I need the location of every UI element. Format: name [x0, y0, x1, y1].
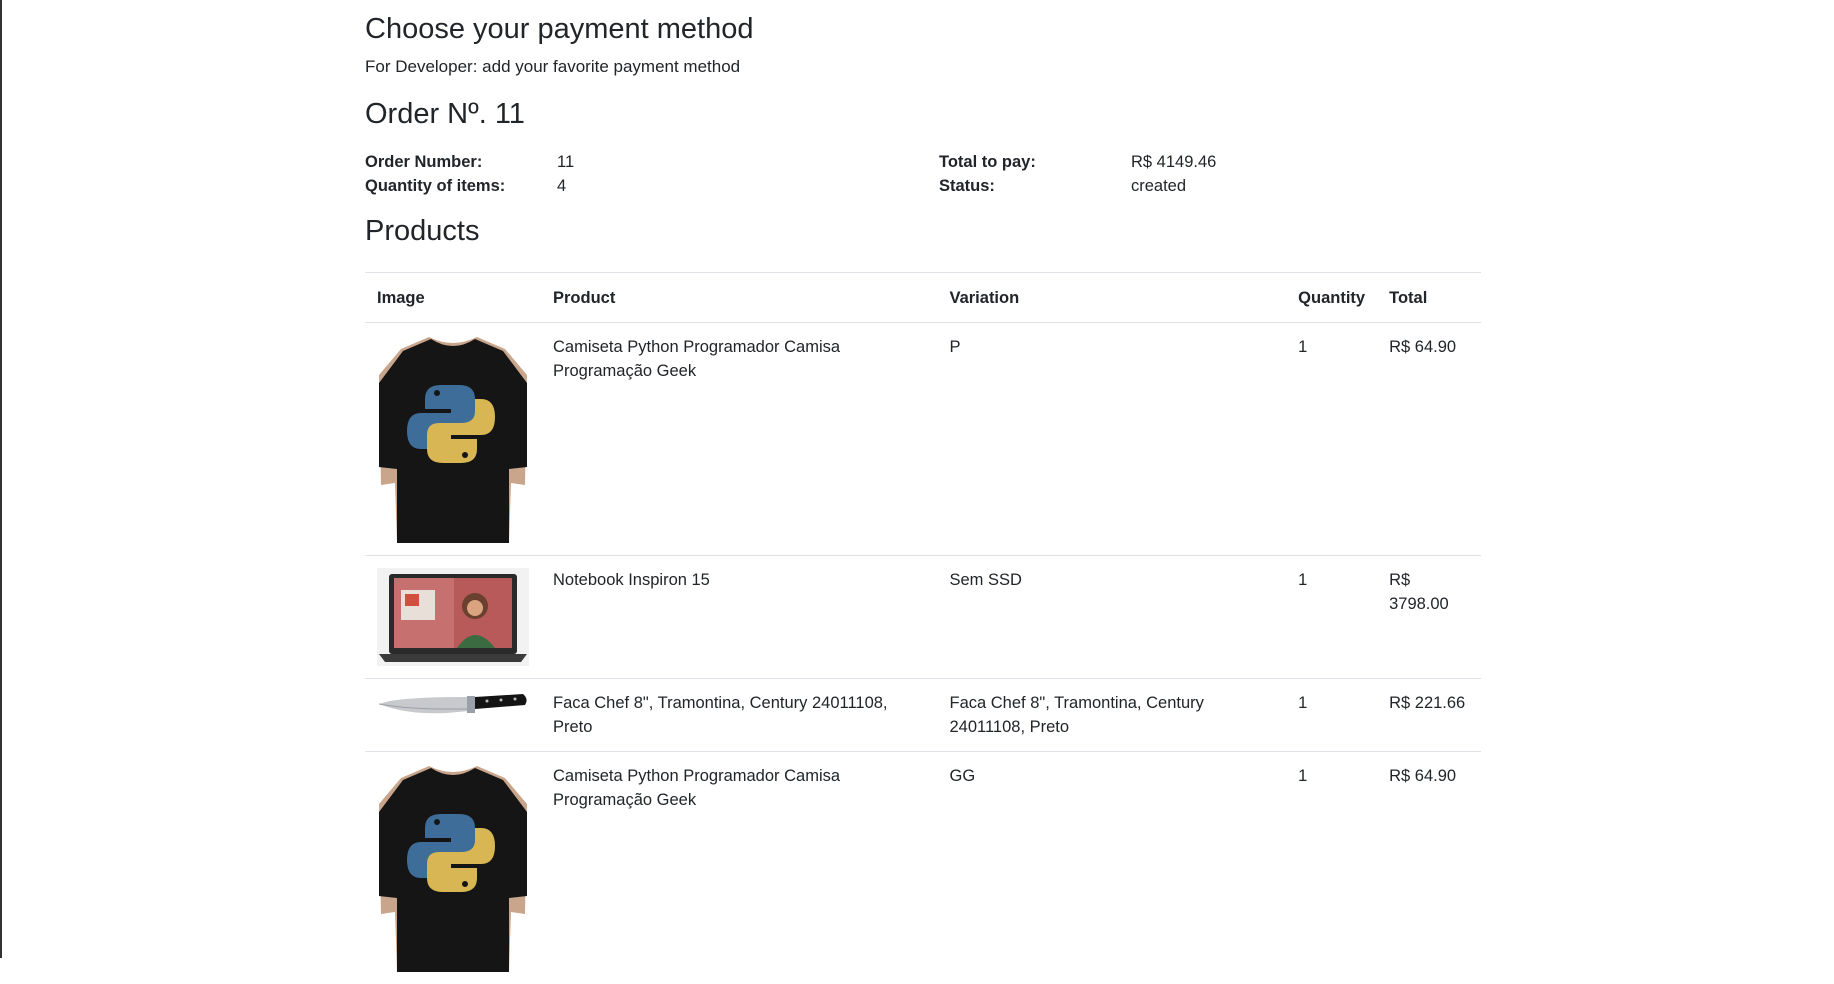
- order-heading: Order Nº. 11: [365, 96, 1481, 132]
- product-quantity: 1: [1286, 556, 1377, 679]
- order-number-label: Order Number:: [365, 152, 482, 172]
- column-header-product: Product: [541, 273, 937, 323]
- status-label: Status:: [939, 176, 995, 196]
- product-variation: Sem SSD: [937, 556, 1286, 679]
- product-variation: Faca Chef 8", Tramontina, Century 240111…: [937, 679, 1286, 752]
- product-image-python-tshirt: [377, 335, 529, 543]
- developer-note: For Developer: add your favorite payment…: [365, 57, 1481, 77]
- table-row: Notebook Inspiron 15 Sem SSD 1 R$ 3798.0…: [365, 556, 1481, 679]
- product-image-laptop: [377, 568, 529, 666]
- product-name: Notebook Inspiron 15: [541, 556, 937, 679]
- table-row: Camiseta Python Programador Camisa Progr…: [365, 752, 1481, 984]
- product-image-chef-knife: [377, 691, 529, 721]
- product-variation: GG: [937, 752, 1286, 984]
- window-left-edge: [0, 0, 2, 958]
- table-row: Faca Chef 8", Tramontina, Century 240111…: [365, 679, 1481, 752]
- page-title: Choose your payment method: [365, 11, 1481, 47]
- quantity-label: Quantity of items:: [365, 176, 505, 196]
- column-header-total: Total: [1377, 273, 1481, 323]
- product-name: Faca Chef 8", Tramontina, Century 240111…: [541, 679, 937, 752]
- product-image-python-tshirt: [377, 764, 529, 972]
- product-name: Camiseta Python Programador Camisa Progr…: [541, 752, 937, 984]
- table-header-row: Image Product Variation Quantity Total: [365, 273, 1481, 323]
- product-variation: P: [937, 323, 1286, 556]
- column-header-variation: Variation: [937, 273, 1286, 323]
- main-container: Choose your payment method For Developer…: [365, 0, 1481, 984]
- total-label: Total to pay:: [939, 152, 1036, 172]
- product-total: R$ 64.90: [1377, 323, 1481, 556]
- product-name: Camiseta Python Programador Camisa Progr…: [541, 323, 937, 556]
- products-heading: Products: [365, 213, 1481, 249]
- column-header-quantity: Quantity: [1286, 273, 1377, 323]
- order-number-value: 11: [557, 152, 574, 172]
- status-value: created: [1131, 176, 1186, 196]
- products-table: Image Product Variation Quantity Total: [365, 272, 1481, 984]
- product-total: R$ 221.66: [1377, 679, 1481, 752]
- product-total: R$ 3798.00: [1377, 556, 1481, 679]
- total-value: R$ 4149.46: [1131, 152, 1216, 172]
- quantity-value: 4: [557, 176, 566, 196]
- product-quantity: 1: [1286, 679, 1377, 752]
- table-row: Camiseta Python Programador Camisa Progr…: [365, 323, 1481, 556]
- product-quantity: 1: [1286, 323, 1377, 556]
- order-summary: Order Number: 11 Quantity of items: 4 To…: [365, 152, 1481, 200]
- product-quantity: 1: [1286, 752, 1377, 984]
- column-header-image: Image: [365, 273, 541, 323]
- product-total: R$ 64.90: [1377, 752, 1481, 984]
